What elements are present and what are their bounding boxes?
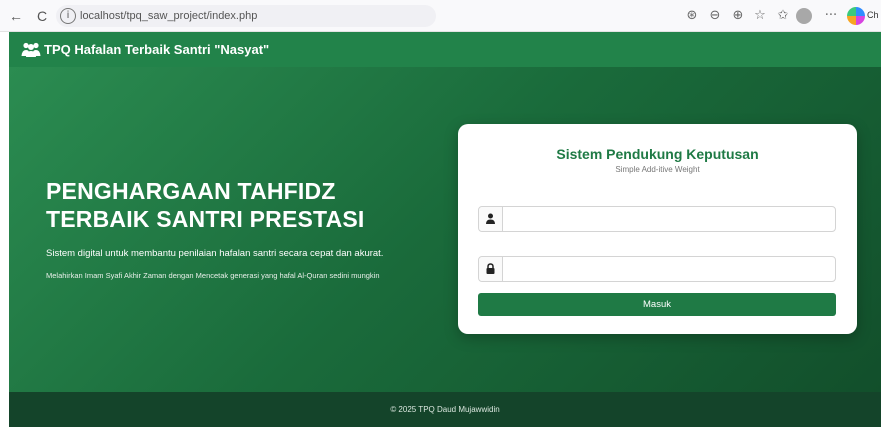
hero-subtitle: Sistem digital untuk membantu penilaian … [46,248,384,259]
hero-title: PENGHARGAAN TAHFIDZ TERBAIK SANTRI PREST… [46,177,466,233]
browser-toolbar: ← C i localhost/tpq_saw_project/index.ph… [0,0,881,32]
zoom-icon[interactable]: ⊖ [707,8,723,24]
footer-copyright: © 2025 TPQ Daud Mujawwidin [390,405,500,414]
back-arrow-icon[interactable]: ← [8,8,24,24]
username-input[interactable] [504,208,834,230]
favorites-add-icon[interactable]: ⊕ [730,8,746,24]
hero-title-line1: PENGHARGAAN TAHFIDZ [46,178,336,204]
footer: © 2025 TPQ Daud Mujawwidin [9,392,881,427]
hero-section: PENGHARGAAN TAHFIDZ TERBAIK SANTRI PREST… [9,67,881,392]
hero-title-line2: TERBAIK SANTRI PRESTASI [46,206,365,232]
login-subtitle: Simple Add-itive Weight [615,165,700,174]
navbar: TPQ Hafalan Terbaik Santri "Nasyat" [9,32,881,67]
extension-label[interactable]: Ch [867,10,879,20]
users-icon [21,42,41,57]
password-group [478,256,836,282]
login-button[interactable]: Masuk [478,293,836,316]
lock-icon [479,257,503,281]
username-group [478,206,836,232]
read-aloud-icon[interactable]: ⊛ [684,8,700,24]
collections-icon[interactable]: ✩ [775,8,791,24]
address-bar[interactable]: i localhost/tpq_saw_project/index.php [56,5,436,27]
address-url[interactable]: localhost/tpq_saw_project/index.php [80,10,257,22]
login-card: Sistem Pendukung Keputusan Simple Add-it… [458,124,857,334]
more-menu-icon[interactable]: ··· [823,8,839,24]
favorites-icon[interactable]: ☆ [752,8,768,24]
site-info-icon[interactable]: i [60,8,76,24]
password-input[interactable] [504,258,834,280]
user-icon [479,207,503,231]
hero-note: Melahirkan Imam Syafi Akhir Zaman dengan… [46,271,380,280]
copilot-icon[interactable] [847,7,865,25]
profile-avatar[interactable] [796,8,812,24]
reload-icon[interactable]: C [34,8,50,24]
login-title: Sistem Pendukung Keputusan [556,146,759,162]
navbar-brand[interactable]: TPQ Hafalan Terbaik Santri "Nasyat" [44,42,269,57]
